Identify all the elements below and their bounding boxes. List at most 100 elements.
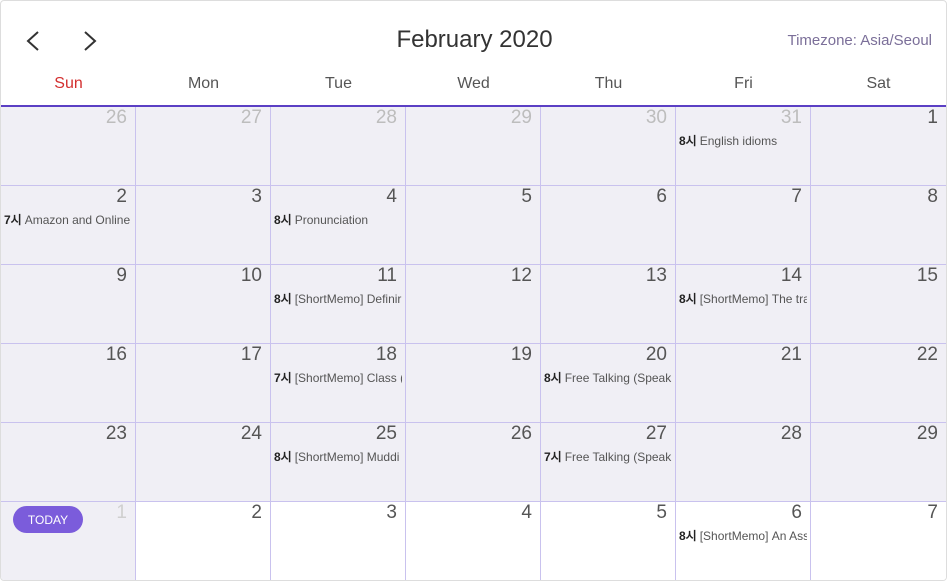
day-cell[interactable]: 20 8시 Free Talking (Speaki — [541, 344, 676, 423]
day-cell[interactable]: 29 — [811, 423, 946, 502]
day-number: 15 — [916, 265, 938, 286]
event-title: English idioms — [699, 134, 778, 148]
day-number: 21 — [780, 344, 802, 365]
day-number: 29 — [916, 423, 938, 444]
day-cell[interactable]: 30 — [541, 107, 676, 186]
day-cell[interactable]: 16 — [1, 344, 136, 423]
day-number: 31 — [780, 107, 802, 128]
day-cell[interactable]: 23 — [1, 423, 136, 502]
day-number: 2 — [251, 502, 262, 523]
day-cell[interactable]: 22 — [811, 344, 946, 423]
day-cell[interactable]: 18 7시 [ShortMemo] Class ( — [271, 344, 406, 423]
month-grid: 26 27 28 29 30 31 8시 English idioms 1 2 7시 Amazon a… — [1, 107, 946, 580]
day-number: 23 — [105, 423, 127, 444]
day-cell[interactable]: 5 — [541, 502, 676, 580]
day-cell[interactable]: 7 — [811, 502, 946, 580]
calendar-event[interactable]: 7시 [ShortMemo] Class ( — [274, 369, 402, 386]
day-cell[interactable]: 4 8시 Pronunciation — [271, 186, 406, 265]
day-number: 19 — [510, 344, 532, 365]
event-time: 8시 — [274, 292, 292, 306]
calendar-event[interactable]: 8시 [ShortMemo] The tra — [679, 290, 807, 307]
week-row: 16 17 18 7시 [ShortMemo] Class ( 19 20 8시 Free Ta… — [1, 344, 946, 423]
day-cell[interactable]: 2 7시 Amazon and Online — [1, 186, 136, 265]
week-row: 2 7시 Amazon and Online 3 4 8시 Pronunciation 5 6 7… — [1, 186, 946, 265]
day-cell[interactable]: 31 8시 English idioms — [676, 107, 811, 186]
day-number: 30 — [645, 107, 667, 128]
weekday-sun: Sun — [54, 75, 83, 92]
calendar-event[interactable]: 7시 Amazon and Online — [4, 211, 132, 228]
day-cell[interactable]: 29 — [406, 107, 541, 186]
calendar-event[interactable]: 8시 [ShortMemo] An Ass — [679, 527, 807, 544]
day-cell[interactable]: 26 — [406, 423, 541, 502]
weekday-wed: Wed — [457, 75, 490, 92]
day-cell[interactable]: 10 — [136, 265, 271, 344]
day-cell[interactable]: 6 — [541, 186, 676, 265]
day-cell[interactable]: 19 — [406, 344, 541, 423]
calendar-header: February 2020 Timezone: Asia/Seoul — [1, 1, 946, 67]
day-cell[interactable]: 27 — [136, 107, 271, 186]
calendar-event[interactable]: 8시 English idioms — [679, 132, 807, 149]
event-time: 8시 — [274, 213, 292, 227]
weekday-thu: Thu — [594, 75, 623, 92]
day-cell[interactable]: 28 — [271, 107, 406, 186]
event-title: [ShortMemo] An Ass — [699, 529, 807, 543]
day-cell[interactable]: 9 — [1, 265, 136, 344]
event-title: [ShortMemo] Definir — [294, 292, 402, 306]
day-cell[interactable]: 3 — [136, 186, 271, 265]
calendar-event[interactable]: 8시 [ShortMemo] Muddi — [274, 448, 402, 465]
event-title: [ShortMemo] The tra — [699, 292, 807, 306]
day-cell[interactable]: 5 — [406, 186, 541, 265]
week-row: 26 27 28 29 30 31 8시 English idioms 1 — [1, 107, 946, 186]
day-cell[interactable]: 8 — [811, 186, 946, 265]
day-number: 7 — [927, 502, 938, 523]
day-cell[interactable]: 7 — [676, 186, 811, 265]
weekday-sat: Sat — [866, 75, 891, 92]
day-number: 6 — [656, 186, 667, 207]
event-title: Amazon and Online — [24, 213, 131, 227]
day-number: 12 — [510, 265, 532, 286]
day-cell[interactable]: 3 — [271, 502, 406, 580]
day-number: 22 — [916, 344, 938, 365]
day-number: 25 — [375, 423, 397, 444]
day-cell[interactable]: 24 — [136, 423, 271, 502]
event-title: Free Talking (Speaki — [564, 371, 672, 385]
day-number: 28 — [375, 107, 397, 128]
event-title: Pronunciation — [294, 213, 369, 227]
calendar-event[interactable]: 8시 [ShortMemo] Definir — [274, 290, 402, 307]
day-cell[interactable]: 17 — [136, 344, 271, 423]
weekday-fri: Fri — [734, 75, 753, 92]
day-cell[interactable]: 11 8시 [ShortMemo] Definir — [271, 265, 406, 344]
event-time: 8시 — [274, 450, 292, 464]
calendar-event[interactable]: 7시 Free Talking (Speaki — [544, 448, 672, 465]
day-cell[interactable]: 13 — [541, 265, 676, 344]
day-cell[interactable]: 6 8시 [ShortMemo] An Ass — [676, 502, 811, 580]
weekday-mon: Mon — [187, 75, 220, 92]
day-cell[interactable]: 25 8시 [ShortMemo] Muddi — [271, 423, 406, 502]
day-cell[interactable]: 21 — [676, 344, 811, 423]
event-time: 7시 — [4, 213, 22, 227]
day-number: 24 — [240, 423, 262, 444]
calendar-event[interactable]: 8시 Pronunciation — [274, 211, 402, 228]
day-cell[interactable]: 27 7시 Free Talking (Speaki — [541, 423, 676, 502]
day-cell[interactable]: 12 — [406, 265, 541, 344]
event-time: 8시 — [679, 292, 697, 306]
day-cell[interactable]: 26 — [1, 107, 136, 186]
day-number: 20 — [645, 344, 667, 365]
calendar: February 2020 Timezone: Asia/Seoul Sun M… — [0, 0, 947, 581]
calendar-event[interactable]: 8시 Free Talking (Speaki — [544, 369, 672, 386]
day-number: 26 — [105, 107, 127, 128]
week-row: 9 10 11 8시 [ShortMemo] Definir 12 13 14 8시 [Short… — [1, 265, 946, 344]
today-button[interactable]: TODAY — [13, 506, 83, 533]
day-cell[interactable]: 14 8시 [ShortMemo] The tra — [676, 265, 811, 344]
day-cell[interactable]: 2 — [136, 502, 271, 580]
day-cell[interactable]: 15 — [811, 265, 946, 344]
day-cell[interactable]: 1 — [811, 107, 946, 186]
event-time: 8시 — [679, 134, 697, 148]
day-number: 6 — [791, 502, 802, 523]
day-cell[interactable]: 4 — [406, 502, 541, 580]
day-number: 27 — [240, 107, 262, 128]
day-cell-today[interactable]: 1 TODAY — [1, 502, 136, 580]
day-number: 17 — [240, 344, 262, 365]
event-time: 7시 — [544, 450, 562, 464]
day-cell[interactable]: 28 — [676, 423, 811, 502]
